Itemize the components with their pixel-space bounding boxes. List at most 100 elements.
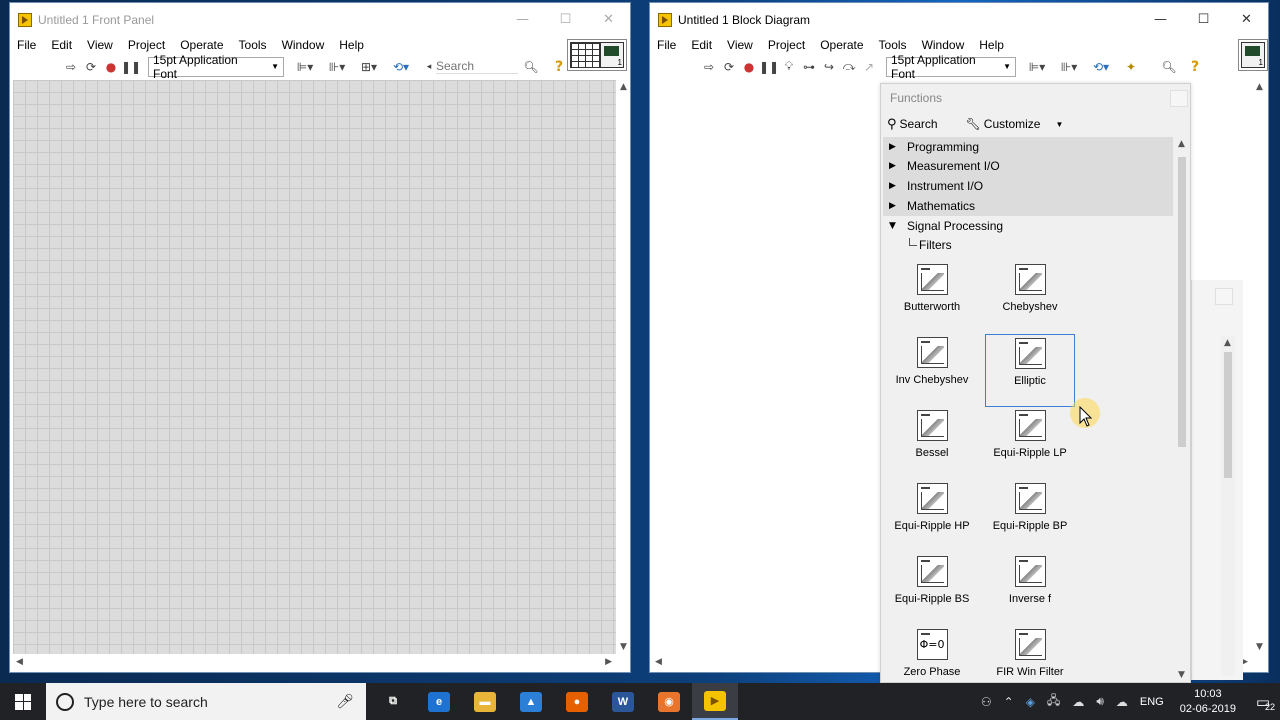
palette-close-button[interactable] xyxy=(1170,90,1188,107)
scroll-up-icon[interactable]: ▲ xyxy=(1178,139,1185,149)
menu-tools[interactable]: Tools xyxy=(232,38,275,52)
filter-equi-ripple-hp[interactable]: Equi-Ripple HP xyxy=(887,480,977,553)
taskbar-app-edge[interactable]: e xyxy=(416,683,462,720)
step-over-icon[interactable]: ⤼ xyxy=(840,58,858,76)
taskbar-clock[interactable]: 10:03 02-06-2019 xyxy=(1180,687,1236,717)
taskbar-app-word[interactable]: W xyxy=(600,683,646,720)
highlight-execution-icon[interactable]: 💡︎ xyxy=(780,58,798,76)
vi-connector-pane-icon[interactable] xyxy=(567,39,627,71)
pause-icon[interactable]: ❚❚ xyxy=(759,58,779,76)
run-continuously-icon[interactable]: ⟳ xyxy=(720,58,738,76)
scroll-thumb[interactable] xyxy=(1224,352,1232,478)
network-icon[interactable]: 🖧︎ xyxy=(1047,691,1060,712)
scroll-up-icon[interactable]: ▲ xyxy=(1256,82,1263,92)
start-button[interactable] xyxy=(0,683,46,720)
volume-icon[interactable]: 🔊︎ xyxy=(1096,694,1104,709)
minimize-icon[interactable]: — xyxy=(1139,3,1182,36)
menu-operate[interactable]: Operate xyxy=(813,38,871,52)
help-icon[interactable]: ? xyxy=(550,58,568,76)
menu-view[interactable]: View xyxy=(720,38,761,52)
front-panel-hscrollbar[interactable]: ◀ ▶ xyxy=(13,654,616,672)
search-input[interactable] xyxy=(436,59,518,74)
menu-project[interactable]: Project xyxy=(121,38,173,52)
menu-edit[interactable]: Edit xyxy=(684,38,720,52)
palette-search-button[interactable]: ⚲ Search xyxy=(887,117,952,132)
category-signal-processing[interactable]: ▼ Signal Processing xyxy=(883,215,1173,236)
scroll-left-icon[interactable]: ◀ xyxy=(655,657,662,667)
background-window-close[interactable] xyxy=(1215,288,1233,305)
font-select[interactable]: 15pt Application Font ▼ xyxy=(886,53,1016,81)
maximize-icon[interactable]: ☐ xyxy=(1182,3,1225,36)
filter-bessel[interactable]: Bessel xyxy=(887,407,977,480)
scroll-down-icon[interactable]: ▼ xyxy=(1178,670,1185,680)
scroll-up-icon[interactable]: ▲ xyxy=(1224,338,1231,348)
taskbar-app-task-view[interactable]: ⧉ xyxy=(370,683,416,720)
scroll-thumb[interactable] xyxy=(1178,157,1186,447)
align-objects-icon[interactable]: ⊫▾ xyxy=(290,58,320,76)
run-arrow-icon[interactable]: ⇨ xyxy=(700,58,718,76)
abort-icon[interactable]: ● xyxy=(102,58,120,76)
search-icon[interactable]: 🔍︎ xyxy=(1160,58,1178,76)
step-into-icon[interactable]: ↪ xyxy=(820,58,838,76)
block-diagram-titlebar[interactable]: Untitled 1 Block Diagram — ☐ ✕ xyxy=(650,3,1268,36)
language-indicator[interactable]: ENG xyxy=(1140,696,1164,708)
filter-inv-chebyshev[interactable]: Inv Chebyshev xyxy=(887,334,977,407)
scroll-up-icon[interactable]: ▲ xyxy=(620,82,627,92)
filter-equi-ripple-bs[interactable]: Equi-Ripple BS xyxy=(887,553,977,626)
filter-inverse-f[interactable]: Inverse f xyxy=(985,553,1075,626)
taskbar-app-file-explorer[interactable]: ▬ xyxy=(462,683,508,720)
tray-app-icon[interactable]: ◈ xyxy=(1026,695,1035,709)
distribute-objects-icon[interactable]: ⊪▾ xyxy=(322,58,352,76)
close-icon[interactable]: ✕ xyxy=(587,3,630,36)
menu-file[interactable]: File xyxy=(650,38,684,52)
front-panel-canvas[interactable] xyxy=(13,80,616,654)
block-diagram-vscrollbar[interactable]: ▲ ▼ xyxy=(1252,80,1268,654)
run-arrow-icon[interactable]: ⇨ xyxy=(62,58,80,76)
category-mathematics[interactable]: ▶ Mathematics xyxy=(883,196,1173,216)
front-panel-vscrollbar[interactable]: ▲ ▼ xyxy=(616,80,630,654)
filter-equi-ripple-lp[interactable]: Equi-Ripple LP xyxy=(985,407,1075,480)
menu-window[interactable]: Window xyxy=(915,38,973,52)
scroll-down-icon[interactable]: ▼ xyxy=(620,642,627,652)
minimize-icon[interactable]: — xyxy=(501,3,544,36)
scroll-left-icon[interactable]: ◀ xyxy=(16,657,23,667)
filter-chebyshev[interactable]: Chebyshev xyxy=(985,261,1075,334)
help-icon[interactable]: ? xyxy=(1186,58,1204,76)
menu-help[interactable]: Help xyxy=(972,38,1012,52)
scroll-right-icon[interactable]: ▶ xyxy=(605,657,612,667)
search-icon[interactable]: 🔍︎ xyxy=(522,58,540,76)
vi-icon-box[interactable] xyxy=(1238,39,1268,71)
menu-tools[interactable]: Tools xyxy=(872,38,915,52)
microphone-icon[interactable]: 🎤︎ xyxy=(336,694,354,710)
close-icon[interactable]: ✕ xyxy=(1225,3,1268,36)
pause-icon[interactable]: ❚❚ xyxy=(121,58,141,76)
palette-customize-button[interactable]: 🔧︎ Customize ▼ xyxy=(966,117,1078,131)
menu-view[interactable]: View xyxy=(80,38,121,52)
category-instrument-io[interactable]: ▶ Instrument I/O xyxy=(883,176,1173,196)
taskbar-app-app-orange[interactable]: ◉ xyxy=(646,683,692,720)
menu-window[interactable]: Window xyxy=(275,38,333,52)
filter-equi-ripple-bp[interactable]: Equi-Ripple BP xyxy=(985,480,1075,553)
category-measurement-io[interactable]: ▶ Measurement I/O xyxy=(883,156,1173,177)
scroll-down-icon[interactable]: ▼ xyxy=(1256,642,1263,652)
palette-header[interactable]: Functions xyxy=(881,84,1190,111)
align-objects-icon[interactable]: ⊫▾ xyxy=(1022,58,1052,76)
subpalette-filters[interactable]: Filters xyxy=(883,235,1173,255)
action-center-button[interactable]: ▭ 22 xyxy=(1246,683,1280,720)
font-select[interactable]: 15pt Application Font ▼ xyxy=(148,53,284,81)
category-programming[interactable]: ▶ Programming xyxy=(883,137,1173,157)
background-window-scrollbar[interactable]: ▲ xyxy=(1221,336,1235,676)
run-continuously-icon[interactable]: ⟳ xyxy=(82,58,100,76)
menu-project[interactable]: Project xyxy=(761,38,813,52)
menu-file[interactable]: File xyxy=(10,38,44,52)
reorder-icon[interactable]: ⟲▾ xyxy=(1086,58,1116,76)
maximize-icon[interactable]: ☐ xyxy=(544,3,587,36)
distribute-objects-icon[interactable]: ⊪▾ xyxy=(1054,58,1084,76)
taskbar-search-box[interactable]: Type here to search 🎤︎ xyxy=(46,683,366,720)
palette-vscrollbar[interactable]: ▲ ▼ xyxy=(1174,137,1190,682)
front-panel-titlebar[interactable]: Untitled 1 Front Panel — ☐ ✕ xyxy=(10,3,630,36)
menu-operate[interactable]: Operate xyxy=(173,38,231,52)
abort-icon[interactable]: ● xyxy=(740,58,758,76)
show-hidden-icons-icon[interactable]: ⌃ xyxy=(1004,695,1014,709)
taskbar-app-app-blue[interactable]: ▲ xyxy=(508,683,554,720)
